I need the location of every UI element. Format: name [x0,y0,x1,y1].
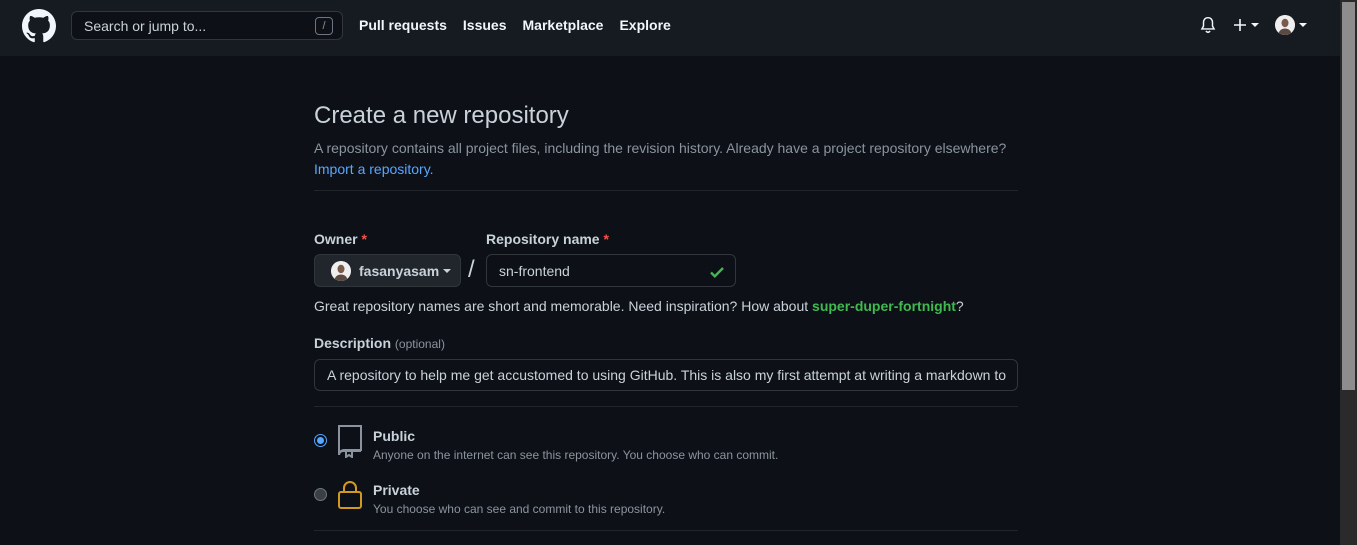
section-divider [314,530,1018,531]
optional-note: (optional) [394,337,445,351]
search-placeholder: Search or jump to... [84,17,207,34]
section-divider [314,190,1018,191]
nav-pull-requests[interactable]: Pull requests [359,17,447,33]
owner-label: Owner * [314,231,367,247]
lock-icon [338,481,362,509]
new-repo-form: Create a new repository A repository con… [314,100,1018,531]
plus-icon [1234,19,1246,31]
owner-repo-separator: / [468,256,475,283]
visibility-option-private[interactable]: Private You choose who can see and commi… [314,481,1018,524]
owner-value: fasanyasam [359,262,440,279]
search-shortcut-key: / [315,17,333,35]
github-logo-icon[interactable] [22,9,56,43]
bell-icon[interactable] [1199,15,1217,35]
description-value: A repository to help me get accustomed t… [327,367,1007,383]
top-header: Search or jump to... / Pull requests Iss… [0,0,1340,56]
chevron-down-icon [1299,23,1307,27]
owner-select[interactable]: fasanyasam [314,254,461,287]
page-title: Create a new repository [314,102,569,129]
create-new-menu[interactable] [1233,18,1259,32]
description-label-text: Description [314,335,392,351]
user-menu[interactable] [1275,15,1307,35]
repo-name-label-text: Repository name [486,231,600,247]
avatar [331,260,351,281]
private-radio[interactable] [314,488,327,501]
visibility-option-public[interactable]: Public Anyone on the internet can see th… [314,425,1018,470]
name-suggestion-link[interactable]: super-duper-fortnight [812,298,956,314]
owner-label-text: Owner [314,231,358,247]
public-description: Anyone on the internet can see this repo… [373,448,779,462]
description-label: Description (optional) [314,335,445,351]
import-repository-link[interactable]: Import a repository. [314,159,434,180]
chevron-down-icon [443,268,452,273]
check-icon [710,267,724,279]
private-description: You choose who can see and commit to thi… [373,502,666,516]
page-scrollbar[interactable] [1340,0,1357,545]
hint-text: Great repository names are short and mem… [314,298,813,314]
search-input[interactable]: Search or jump to... / [71,11,343,40]
repository-name-input[interactable]: sn-frontend [486,254,736,287]
public-title: Public [373,428,416,444]
section-divider [314,406,1018,407]
public-radio[interactable] [314,434,327,447]
global-nav: Pull requests Issues Marketplace Explore [359,17,671,33]
hint-suffix: ? [955,298,964,314]
avatar [1275,15,1295,35]
repo-icon [338,425,362,458]
repo-name-hint: Great repository names are short and mem… [314,298,964,314]
header-actions [1199,15,1307,35]
page-subtitle: A repository contains all project files,… [314,140,1007,156]
chevron-down-icon [1251,23,1259,27]
description-input[interactable]: A repository to help me get accustomed t… [314,359,1018,391]
private-title: Private [373,482,420,498]
repo-name-label: Repository name * [486,231,609,247]
nav-explore[interactable]: Explore [619,17,670,33]
scrollbar-thumb[interactable] [1342,2,1355,390]
required-mark: * [361,231,367,247]
nav-issues[interactable]: Issues [463,17,507,33]
nav-marketplace[interactable]: Marketplace [523,17,604,33]
repository-name-value: sn-frontend [499,262,570,279]
required-mark: * [603,231,609,247]
